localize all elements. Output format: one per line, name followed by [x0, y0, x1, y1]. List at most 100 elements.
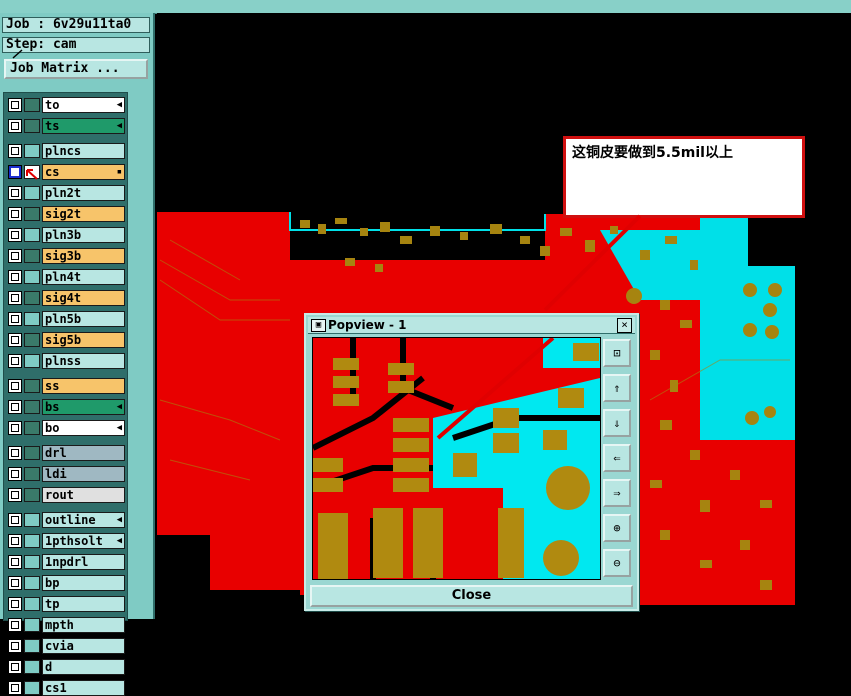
layer-name[interactable]: ss: [42, 378, 125, 394]
layer-color-swatch[interactable]: [24, 660, 40, 674]
layer-name[interactable]: cs1: [42, 680, 125, 696]
layer-color-swatch[interactable]: [24, 333, 40, 347]
layer-row-pln4t[interactable]: pln4t: [6, 269, 125, 285]
layer-checkbox[interactable]: [8, 119, 22, 133]
layer-checkbox[interactable]: [8, 597, 22, 611]
layer-checkbox[interactable]: [8, 513, 22, 527]
layer-name[interactable]: bs ◀: [42, 399, 125, 415]
layer-color-swatch[interactable]: [24, 421, 40, 435]
layer-checkbox[interactable]: [8, 165, 22, 179]
layer-name[interactable]: bo ◀: [42, 420, 125, 436]
layer-row-cvia[interactable]: cvia: [6, 638, 125, 654]
layer-name[interactable]: drl: [42, 445, 125, 461]
layer-name[interactable]: cvia: [42, 638, 125, 654]
layer-name[interactable]: mpth: [42, 617, 125, 633]
layer-color-swatch[interactable]: [24, 249, 40, 263]
layer-checkbox[interactable]: [8, 333, 22, 347]
layer-checkbox[interactable]: [8, 421, 22, 435]
layer-row-sig2t[interactable]: sig2t: [6, 206, 125, 222]
popview-canvas[interactable]: [312, 337, 601, 580]
layer-row-sig4t[interactable]: sig4t: [6, 290, 125, 306]
layer-checkbox[interactable]: [8, 400, 22, 414]
layer-name[interactable]: 1npdrl: [42, 554, 125, 570]
layer-name[interactable]: sig5b: [42, 332, 125, 348]
pan-left-icon[interactable]: ⇐: [603, 444, 631, 472]
layer-name[interactable]: outline ◀: [42, 512, 125, 528]
layer-name[interactable]: pln4t: [42, 269, 125, 285]
layer-color-swatch[interactable]: [24, 312, 40, 326]
layer-row-cs1[interactable]: cs1: [6, 680, 125, 696]
layer-row-bo[interactable]: bo ◀: [6, 420, 125, 436]
layer-color-swatch[interactable]: [24, 186, 40, 200]
layer-color-swatch[interactable]: [24, 681, 40, 695]
layer-checkbox[interactable]: [8, 98, 22, 112]
layer-checkbox[interactable]: [8, 144, 22, 158]
layer-name[interactable]: pln2t: [42, 185, 125, 201]
layer-row-pln2t[interactable]: pln2t: [6, 185, 125, 201]
layer-color-swatch[interactable]: [24, 576, 40, 590]
layer-checkbox[interactable]: [8, 555, 22, 569]
layer-color-swatch[interactable]: [24, 207, 40, 221]
layer-checkbox[interactable]: [8, 467, 22, 481]
layer-color-swatch[interactable]: [24, 513, 40, 527]
layer-checkbox[interactable]: [8, 291, 22, 305]
layer-checkbox[interactable]: [8, 270, 22, 284]
layer-checkbox[interactable]: [8, 534, 22, 548]
pan-right-icon[interactable]: ⇒: [603, 479, 631, 507]
layer-name[interactable]: sig3b: [42, 248, 125, 264]
layer-checkbox[interactable]: [8, 681, 22, 695]
layer-color-swatch[interactable]: [24, 291, 40, 305]
layer-row-1pthsolt[interactable]: 1pthsolt ◀: [6, 533, 125, 549]
layer-color-swatch[interactable]: [24, 597, 40, 611]
layer-checkbox[interactable]: [8, 312, 22, 326]
zoom-in-icon[interactable]: ⊕: [603, 514, 631, 542]
layer-name[interactable]: tp: [42, 596, 125, 612]
layer-color-swatch[interactable]: [24, 534, 40, 548]
cursor-icon[interactable]: [24, 165, 40, 180]
pan-up-icon[interactable]: ⇑: [603, 374, 631, 402]
layer-row-mpth[interactable]: mpth: [6, 617, 125, 633]
close-button[interactable]: Close: [310, 585, 633, 607]
layer-checkbox[interactable]: [8, 618, 22, 632]
layer-checkbox[interactable]: [8, 660, 22, 674]
layer-row-rout[interactable]: rout: [6, 487, 125, 503]
layer-row-ts[interactable]: ts ◀: [6, 118, 125, 134]
layer-name[interactable]: plncs: [42, 143, 125, 159]
layer-row-1npdrl[interactable]: 1npdrl: [6, 554, 125, 570]
layer-checkbox[interactable]: [8, 354, 22, 368]
layer-checkbox[interactable]: [8, 186, 22, 200]
layer-name[interactable]: ts ◀: [42, 118, 125, 134]
layer-color-swatch[interactable]: [24, 639, 40, 653]
layer-color-swatch[interactable]: [24, 119, 40, 133]
layer-color-swatch[interactable]: [24, 98, 40, 112]
layer-checkbox[interactable]: [8, 488, 22, 502]
layer-color-swatch[interactable]: [24, 270, 40, 284]
layer-row-ss[interactable]: ss: [6, 378, 125, 394]
layer-name[interactable]: bp: [42, 575, 125, 591]
layer-row-ldi[interactable]: ldi: [6, 466, 125, 482]
layer-checkbox[interactable]: [8, 576, 22, 590]
job-matrix-button[interactable]: Job Matrix ...: [4, 59, 148, 79]
layer-checkbox[interactable]: [8, 228, 22, 242]
layer-color-swatch[interactable]: [24, 400, 40, 414]
zoom-fit-icon[interactable]: ⊡: [603, 339, 631, 367]
layer-name[interactable]: pln5b: [42, 311, 125, 327]
layer-row-pln5b[interactable]: pln5b: [6, 311, 125, 327]
layer-color-swatch[interactable]: [24, 446, 40, 460]
layer-row-bs[interactable]: bs ◀: [6, 399, 125, 415]
layer-name[interactable]: cs ▪: [42, 164, 125, 180]
layer-name[interactable]: rout: [42, 487, 125, 503]
layer-color-swatch[interactable]: [24, 467, 40, 481]
pan-down-icon[interactable]: ⇓: [603, 409, 631, 437]
layer-row-plncs[interactable]: plncs: [6, 143, 125, 159]
layer-row-bp[interactable]: bp: [6, 575, 125, 591]
layer-row-cs[interactable]: cs ▪: [6, 164, 125, 180]
layer-row-sig3b[interactable]: sig3b: [6, 248, 125, 264]
layer-color-swatch[interactable]: [24, 144, 40, 158]
layer-color-swatch[interactable]: [24, 228, 40, 242]
layer-color-swatch[interactable]: [24, 555, 40, 569]
layer-row-sig5b[interactable]: sig5b: [6, 332, 125, 348]
layer-name[interactable]: plnss: [42, 353, 125, 369]
layer-name[interactable]: sig4t: [42, 290, 125, 306]
layer-checkbox[interactable]: [8, 207, 22, 221]
